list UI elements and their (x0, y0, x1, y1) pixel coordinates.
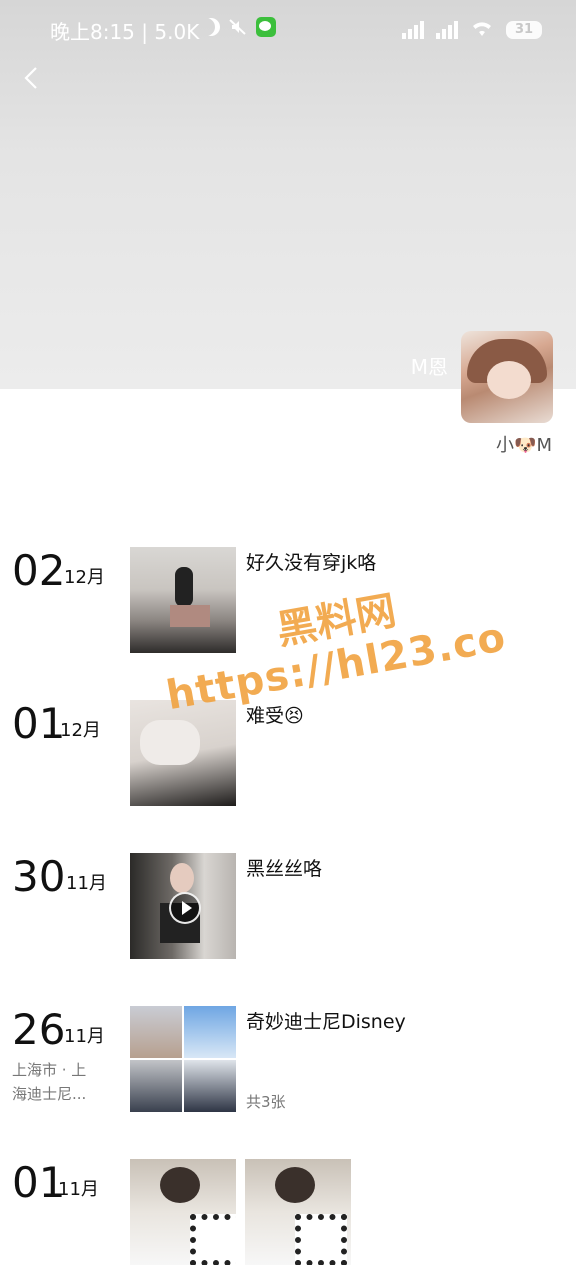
status-time: 晚上8:15 | 5.0K (50, 20, 200, 44)
status-icons (202, 17, 276, 37)
wechat-icon (256, 17, 276, 37)
post-month: 11月 (66, 873, 107, 894)
do-not-disturb-icon (202, 18, 220, 36)
grid-photo[interactable] (184, 1006, 236, 1058)
post-day: 01 (12, 699, 66, 748)
back-button[interactable] (16, 62, 48, 94)
avatar[interactable] (461, 331, 553, 423)
status-bar: 晚上8:15 | 5.0K 31 (0, 0, 576, 56)
signal-icon (402, 21, 424, 39)
cover-user-name: M恩 (410, 355, 448, 379)
post-day: 30 (12, 852, 66, 901)
post-text: 难受😣 (246, 705, 304, 727)
post-text: 好久没有穿jk咯 (246, 552, 377, 574)
post-photo[interactable] (245, 1159, 351, 1265)
wifi-icon (470, 18, 494, 42)
post-text: 黑丝丝咯 (246, 858, 323, 880)
post-month: 11月 (58, 1179, 99, 1200)
play-icon[interactable] (169, 892, 201, 924)
post-photo-grid[interactable] (130, 1006, 236, 1112)
system-indicators: 31 (402, 18, 542, 42)
grid-photo[interactable] (184, 1060, 236, 1112)
post-location-line1: 上海市 · 上 (12, 1061, 87, 1079)
grid-photo[interactable] (130, 1006, 182, 1058)
post-video[interactable] (130, 853, 236, 959)
signal-icon-2 (436, 21, 458, 39)
avatar-face (487, 361, 531, 399)
post-month: 12月 (64, 567, 105, 588)
mute-icon (228, 17, 248, 37)
watermark-line1: 黑料网 (273, 587, 400, 655)
battery-icon: 31 (506, 21, 542, 39)
profile-signature: 小🐶M (496, 435, 552, 456)
post-text: 奇妙迪士尼Disney (246, 1011, 406, 1033)
chevron-left-icon (24, 67, 37, 89)
grid-photo[interactable] (130, 1060, 182, 1112)
post-photo[interactable] (130, 700, 236, 806)
post-photo[interactable] (130, 547, 236, 653)
post-day: 02 (12, 546, 66, 595)
post-location-line2: 海迪士尼... (12, 1085, 87, 1103)
post-photo[interactable] (130, 1159, 236, 1265)
post-photo-count: 共3张 (246, 1093, 286, 1111)
post-month: 11月 (64, 1026, 105, 1047)
post-day: 26 (12, 1005, 66, 1054)
post-month: 12月 (60, 720, 101, 741)
